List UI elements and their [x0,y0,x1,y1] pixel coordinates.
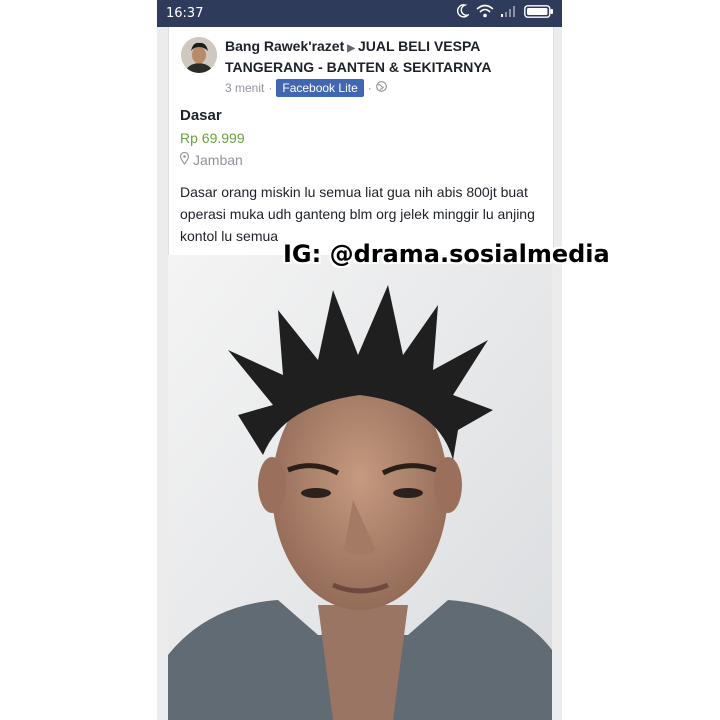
watermark-text: IG: @drama.sosialmedia [283,240,610,268]
moon-icon [457,4,469,18]
post-header: Bang Rawek'razet ▶ JUAL BELI VESPA TANGERA… [225,37,540,77]
location-text: Jamban [193,152,243,168]
globe-icon [375,81,387,95]
listing-price: Rp 69.999 [180,130,245,146]
post-photo[interactable] [168,255,552,720]
listing-location: Jamban [179,151,243,168]
post-meta: 3 menit · Facebook Lite · [225,79,387,97]
listing-title: Dasar [180,107,222,124]
status-bar: 16:37 [157,0,562,27]
meta-separator-2: · [367,81,372,95]
post-time[interactable]: 3 menit [225,81,264,95]
status-icons [457,4,554,18]
triangle-right-icon: ▶ [347,43,355,54]
post-card: Bang Rawek'razet ▶ JUAL BELI VESPA TANGERA… [168,27,554,255]
status-time: 16:37 [166,6,204,21]
meta-separator: · [268,81,273,95]
location-pin-icon [179,151,190,168]
phone-screen: 16:37 Bang Rawek'razet ▶ JUAL BELI VESPA… [157,0,562,720]
listing-description: Dasar orang miskin lu semua liat gua nih… [180,184,535,244]
wifi-icon [476,4,494,18]
signal-icon [501,5,517,17]
avatar[interactable] [181,37,217,73]
via-badge: Facebook Lite [276,79,364,97]
author-name[interactable]: Bang Rawek'razet [225,38,344,54]
battery-icon [524,4,554,18]
